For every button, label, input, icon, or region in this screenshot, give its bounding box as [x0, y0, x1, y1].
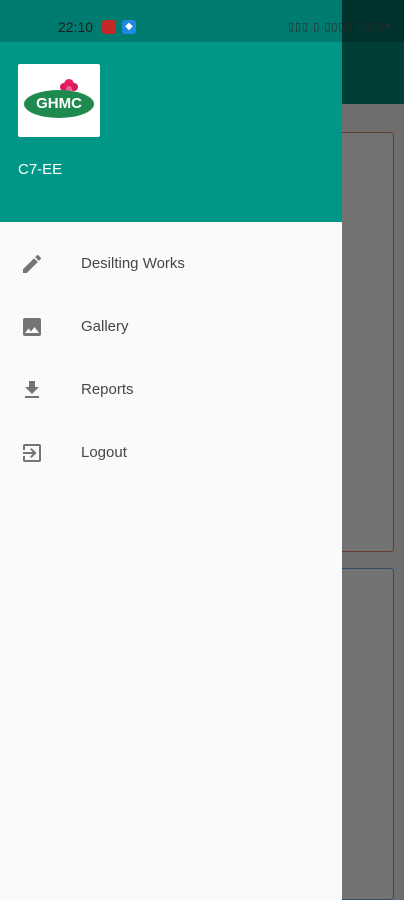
- notification-app-icon: [102, 20, 116, 34]
- status-bar: 22:10 ◆ ▯▯▯ ▯ ▯▯▯▯ ▯▯▯▯▾: [0, 0, 404, 42]
- ghmc-logo: GHMC: [18, 64, 100, 137]
- menu-item-label: Reports: [81, 381, 134, 398]
- drawer-menu: Desilting Works Gallery Reports Logout: [0, 232, 342, 484]
- screen: 22:10 ◆ ▯▯▯ ▯ ▯▯▯▯ ▯▯▯▯▾ GHMC C7-EE Desi…: [0, 0, 404, 900]
- image-icon: [23, 318, 41, 336]
- menu-item-label: Desilting Works: [81, 255, 185, 272]
- status-indicators: ▯▯▯ ▯ ▯▯▯▯ ▯▯▯▯▾: [288, 21, 392, 33]
- menu-item-reports[interactable]: Reports: [0, 358, 342, 421]
- notification-app-icon: ◆: [122, 20, 136, 34]
- menu-item-gallery[interactable]: Gallery: [0, 295, 342, 358]
- navigation-drawer: GHMC C7-EE Desilting Works Gallery Repor…: [0, 0, 342, 900]
- menu-item-label: Gallery: [81, 318, 129, 335]
- status-time: 22:10: [58, 19, 94, 35]
- pencil-icon: [23, 254, 42, 273]
- menu-item-label: Logout: [81, 444, 127, 461]
- menu-item-desilting-works[interactable]: Desilting Works: [0, 232, 342, 295]
- menu-item-logout[interactable]: Logout: [0, 421, 342, 484]
- logout-icon: [23, 444, 41, 462]
- logo-text: GHMC: [24, 90, 94, 118]
- user-name: C7-EE: [18, 161, 63, 178]
- download-icon: [25, 381, 39, 398]
